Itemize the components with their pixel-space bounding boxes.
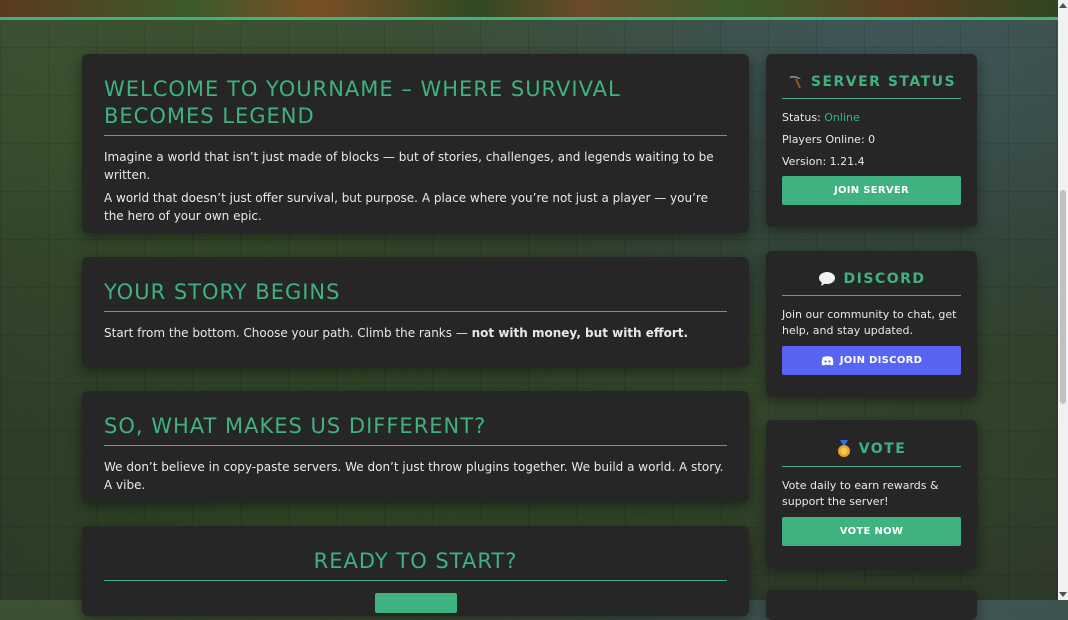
version-value: 1.21.4: [829, 155, 865, 168]
welcome-paragraph-2: A world that doesn’t just offer survival…: [104, 191, 708, 223]
scroll-up-arrow-icon[interactable]: [1059, 3, 1067, 8]
story-text: Start from the bottom. Choose your path.…: [104, 326, 472, 340]
story-paragraph: Start from the bottom. Choose your path.…: [104, 324, 727, 342]
discord-divider: [782, 295, 961, 296]
server-status-title: SERVER STATUS: [810, 74, 957, 90]
version-row: Version: 1.21.4: [782, 154, 961, 170]
vote-now-button[interactable]: VOTE NOW: [782, 517, 961, 546]
status-row: Status: Online: [782, 110, 961, 126]
players-label: Players Online:: [782, 133, 865, 146]
version-label: Version:: [782, 155, 827, 168]
scrollbar-thumb[interactable]: [1060, 190, 1066, 404]
discord-text: Join our community to chat, get help, an…: [782, 308, 957, 337]
discord-heading: DISCORD: [782, 271, 961, 287]
join-discord-button[interactable]: JOIN DISCORD: [782, 346, 961, 375]
server-status-panel: SERVER STATUS Status: Online Players Onl…: [766, 54, 977, 227]
status-value: Online: [824, 111, 860, 124]
different-title: SO, WHAT MAKES US DIFFERENT?: [104, 414, 487, 438]
different-paragraph: We don’t believe in copy-paste servers. …: [104, 460, 724, 492]
story-bold-text: not with money, but with effort.: [471, 326, 689, 340]
welcome-paragraph-1: Imagine a world that isn’t just made of …: [104, 150, 714, 182]
pickaxe-icon: [787, 74, 803, 90]
header-banner-image: [0, 0, 1058, 20]
server-status-divider: [782, 98, 961, 99]
ready-panel: READY TO START?: [82, 526, 749, 616]
different-divider: [104, 445, 727, 446]
vote-title: VOTE: [858, 441, 907, 457]
scroll-down-arrow-icon[interactable]: [1059, 592, 1067, 597]
speech-bubble-icon: [818, 271, 836, 287]
discord-logo-icon: [821, 355, 834, 366]
ready-title: READY TO START?: [313, 549, 518, 573]
join-server-button[interactable]: JOIN SERVER: [782, 176, 961, 205]
vote-text: Vote daily to earn rewards & support the…: [782, 479, 939, 508]
server-status-heading: SERVER STATUS: [782, 74, 961, 90]
story-title: YOUR STORY BEGINS: [104, 280, 341, 304]
players-value: 0: [868, 133, 876, 146]
vote-now-label: VOTE NOW: [839, 526, 904, 537]
discord-title: DISCORD: [843, 271, 926, 287]
sidebar-next-panel: [766, 590, 977, 620]
players-row: Players Online: 0: [782, 132, 961, 148]
welcome-title: WELCOME TO YOURNAME – WHERE SURVIVAL BEC…: [104, 77, 621, 128]
join-discord-label: JOIN DISCORD: [839, 355, 923, 366]
join-server-label: JOIN SERVER: [833, 185, 910, 196]
story-panel: YOUR STORY BEGINS Start from the bottom.…: [82, 257, 749, 367]
welcome-panel: WELCOME TO YOURNAME – WHERE SURVIVAL BEC…: [82, 54, 749, 233]
different-panel: SO, WHAT MAKES US DIFFERENT? We don’t be…: [82, 391, 749, 502]
vote-divider: [782, 466, 961, 467]
status-label: Status:: [782, 111, 821, 124]
page-scrollbar[interactable]: [1058, 0, 1068, 600]
vote-heading: VOTE: [782, 440, 961, 458]
story-divider: [104, 311, 727, 312]
ready-button[interactable]: [374, 593, 457, 613]
ready-divider: [104, 580, 727, 581]
welcome-divider: [104, 135, 727, 136]
vote-panel: VOTE Vote daily to earn rewards & suppor…: [766, 420, 977, 568]
medal-icon: [837, 440, 851, 458]
discord-panel: DISCORD Join our community to chat, get …: [766, 251, 977, 397]
